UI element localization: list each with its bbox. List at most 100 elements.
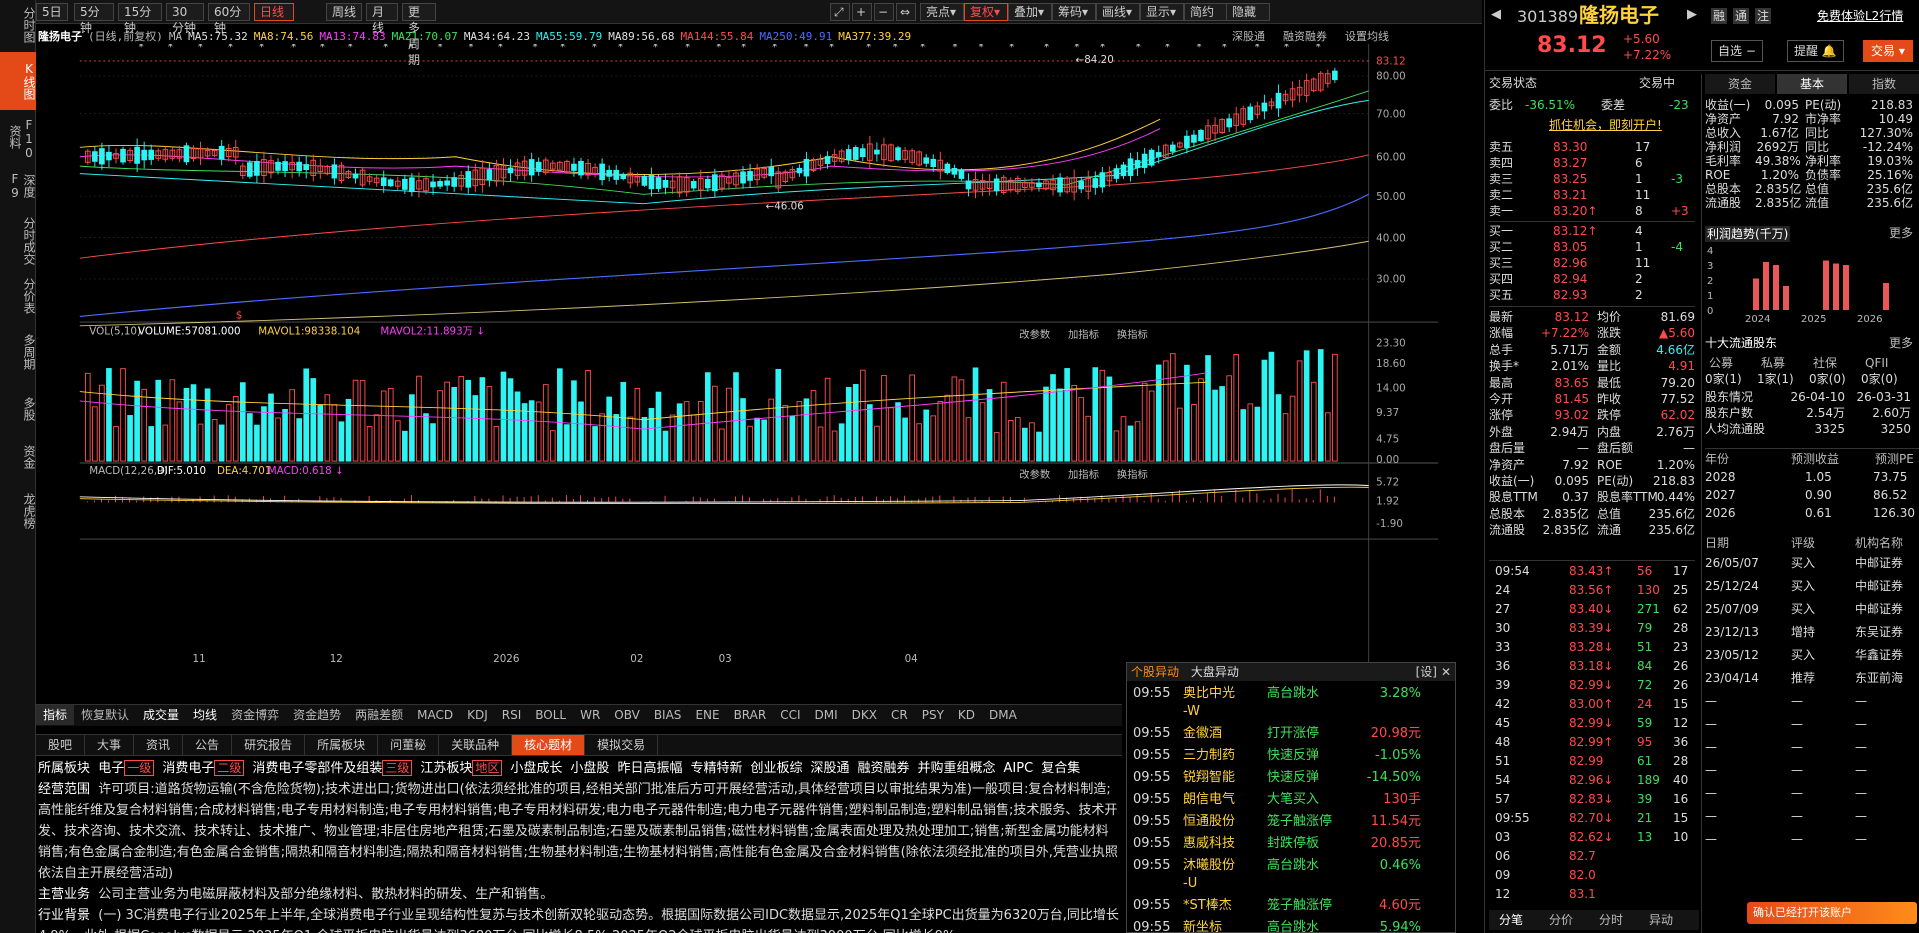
sector-item[interactable]: 创业板综 — [750, 761, 802, 776]
indicator-tab[interactable]: BOLL — [528, 705, 573, 725]
fund-tab[interactable]: 指数 — [1849, 74, 1919, 94]
info-tab[interactable]: 公告 — [183, 735, 233, 755]
toolbar-button[interactable]: 显示▾ — [1140, 3, 1184, 21]
tick-tab[interactable]: 分价 — [1549, 913, 1573, 927]
indicator-tab[interactable]: 两融差额 — [348, 705, 410, 725]
indicator-tab[interactable]: 指标 — [36, 705, 75, 725]
left-nav-item[interactable]: 分时成交 — [0, 212, 36, 270]
indicator-tab[interactable]: 成交量 — [136, 705, 186, 725]
indicator-tab[interactable]: 均线 — [186, 705, 224, 725]
tick-tab[interactable]: 分时 — [1599, 913, 1623, 927]
fund-tab[interactable]: 资金 — [1705, 74, 1775, 94]
period-button[interactable]: 30分钟 — [166, 3, 204, 35]
trade-button[interactable]: 交易 ▾ — [1863, 40, 1913, 62]
anomaly-stock[interactable]: 锐翔智能 — [1183, 767, 1235, 789]
more-link[interactable]: 更多 — [1889, 226, 1913, 240]
left-nav-item[interactable]: F10资料 — [0, 114, 36, 160]
anomaly-row[interactable]: 09:55 金徽酒 打开涨停 20.98元 — [1127, 723, 1457, 745]
more-link[interactable]: 更多 — [1889, 336, 1913, 350]
fav-button[interactable]: 自选 − — [1711, 40, 1763, 62]
anomaly-stock[interactable]: 惠威科技 — [1183, 833, 1235, 855]
left-nav-item[interactable]: 多周期 — [0, 322, 36, 382]
indicator-tab[interactable]: DKX — [845, 705, 884, 725]
ma-link[interactable]: 设置均线 — [1345, 30, 1389, 43]
sector-item[interactable]: 并购重组概念 — [918, 761, 996, 776]
info-tab[interactable]: 核心题材 — [512, 735, 586, 755]
indicator-tab[interactable]: BRAR — [727, 705, 774, 725]
period-button[interactable]: 60分钟 — [208, 3, 250, 35]
anomaly-row[interactable]: 09:55 *ST棒杰 笼子触涨停 4.60元 — [1127, 895, 1457, 917]
sector-item[interactable]: AIPC — [1004, 761, 1034, 776]
info-tab[interactable]: 资讯 — [134, 735, 184, 755]
indicator-tab[interactable]: CR — [884, 705, 915, 725]
left-nav-item[interactable]: 分价表 — [0, 272, 36, 320]
tick-tab[interactable]: 分笔 — [1499, 913, 1523, 927]
indicator-tab[interactable]: ENE — [688, 705, 726, 725]
toolbar-button[interactable]: 简约 — [1184, 3, 1228, 21]
sector-item[interactable]: 小盘股 — [570, 761, 609, 776]
anomaly-row[interactable]: 09:55 锐翔智能 快速反弹 -14.50% — [1127, 767, 1457, 789]
info-tab[interactable]: 大事 — [85, 735, 135, 755]
period-button[interactable]: 5分钟 — [74, 3, 114, 35]
indicator-tab[interactable]: DMA — [982, 705, 1024, 725]
anomaly-row[interactable]: 09:55 恒通股份 笼子触涨停 11.54元 — [1127, 811, 1457, 833]
ma-link[interactable]: 深股通 — [1232, 30, 1265, 43]
indicator-tab[interactable]: 恢复默认 — [74, 705, 136, 725]
indicator-tab[interactable]: KDJ — [460, 705, 495, 725]
period-button[interactable]: 5日 — [36, 3, 68, 21]
tab-stock-anomaly[interactable]: 个股异动 — [1127, 665, 1183, 679]
alert-button[interactable]: 提醒 🔔 — [1787, 40, 1844, 62]
anomaly-row[interactable]: 09:55 惠威科技 封跌停板 20.85元 — [1127, 833, 1457, 855]
sector-item[interactable]: 昨日高振幅 — [617, 761, 682, 776]
info-tab[interactable]: 关联品种 — [439, 735, 513, 755]
close-icon[interactable]: ✕ — [1441, 663, 1451, 681]
indicator-tab[interactable]: DMI — [808, 705, 845, 725]
toolbar-button[interactable]: 画线▾ — [1096, 3, 1140, 21]
indicator-tab[interactable]: 资金博弈 — [224, 705, 286, 725]
indicator-tab[interactable]: BIAS — [647, 705, 689, 725]
anomaly-row[interactable]: 09:55 沐曦股份 -U 高台跳水 0.46% — [1127, 855, 1457, 895]
anomaly-stock[interactable]: 新坐标 — [1183, 917, 1222, 933]
toolbar-icon[interactable]: + — [852, 3, 872, 21]
anomaly-row[interactable]: 09:55 三力制药 快速反弹 -1.05% — [1127, 745, 1457, 767]
sector-item[interactable]: 电子 一级 — [98, 760, 155, 776]
anomaly-row[interactable]: 09:55 新坐标 高台跳水 5.94% — [1127, 917, 1457, 933]
tick-tab[interactable]: 异动 — [1649, 913, 1673, 927]
toolbar-button[interactable]: 隐藏 — [1226, 3, 1270, 21]
left-nav-item[interactable]: 龙虎榜 — [0, 480, 36, 542]
toolbar-button[interactable]: 亮点▾ — [920, 3, 964, 21]
toolbar-icon[interactable]: ⤢ — [830, 3, 850, 21]
period-button[interactable]: 日线 — [254, 3, 294, 21]
free-l2-link[interactable]: 免费体验L2行情 — [1817, 9, 1903, 23]
ma-link[interactable]: 融资融券 — [1283, 30, 1327, 43]
sector-item[interactable]: 专精特新 — [690, 761, 742, 776]
sector-item[interactable]: 小盘成长 — [510, 761, 562, 776]
left-nav-item[interactable]: 资金 — [0, 436, 36, 478]
fund-tab[interactable]: 基本 — [1777, 74, 1847, 94]
anomaly-stock[interactable]: 三力制药 — [1183, 745, 1235, 767]
info-tab[interactable]: 问董秘 — [378, 735, 440, 755]
indicator-tab[interactable]: WR — [573, 705, 607, 725]
open-account-banner[interactable]: 抓住机会，即刻开户! — [1549, 118, 1662, 132]
info-tab[interactable]: 所属板块 — [305, 735, 379, 755]
left-nav-item[interactable]: K线图 — [0, 52, 36, 110]
sector-item[interactable]: 融资融券 — [858, 761, 910, 776]
left-nav-item[interactable]: 多股 — [0, 384, 36, 434]
toolbar-button[interactable]: 复权▾ — [964, 3, 1008, 21]
kline-chart[interactable]: 83.12 80.00 70.00 60.00 50.00 40.00 30.00 ←84.2… — [36, 44, 1482, 664]
toolbar-icon[interactable]: ⇔ — [896, 3, 916, 21]
left-nav-item[interactable]: 分时图 — [0, 0, 36, 50]
next-stock-icon[interactable]: ▶ — [1687, 8, 1697, 22]
anomaly-stock[interactable]: 恒通股份 — [1183, 811, 1235, 833]
indicator-tab[interactable]: RSI — [495, 705, 529, 725]
info-tab[interactable]: 模拟交易 — [585, 735, 659, 755]
sector-item[interactable]: 消费电子 二级 — [162, 760, 245, 776]
toolbar-icon[interactable]: − — [874, 3, 894, 21]
anomaly-stock[interactable]: 朗信电气 — [1183, 789, 1235, 811]
left-nav-item[interactable]: 深度F9 — [0, 162, 36, 210]
info-tab[interactable]: 股吧 — [36, 735, 86, 755]
indicator-tab[interactable]: CCI — [773, 705, 807, 725]
anomaly-row[interactable]: 09:55 朗信电气 大笔买入 130手 — [1127, 789, 1457, 811]
period-button[interactable]: 15分钟 — [118, 3, 162, 35]
period-button[interactable]: 更多周期 — [402, 3, 436, 67]
